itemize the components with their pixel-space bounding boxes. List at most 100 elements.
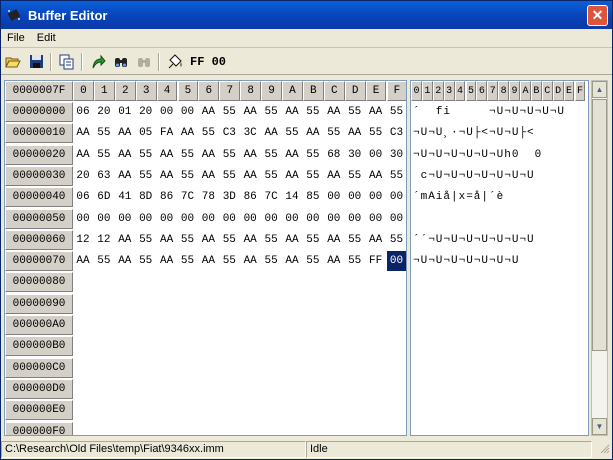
hex-byte[interactable]: 00 <box>282 209 302 229</box>
hex-byte[interactable]: 55 <box>387 102 407 122</box>
hex-byte[interactable]: AA <box>240 251 260 271</box>
hex-byte[interactable]: 00 <box>387 187 407 207</box>
hex-byte[interactable]: 00 <box>324 187 344 207</box>
hex-byte[interactable]: 12 <box>94 230 114 250</box>
hex-byte[interactable]: C3 <box>219 123 239 143</box>
vertical-scrollbar[interactable]: ▲ ▼ <box>591 80 608 436</box>
hex-byte[interactable]: 85 <box>303 187 323 207</box>
hex-byte[interactable]: AA <box>324 230 344 250</box>
resize-grip-icon[interactable] <box>600 444 610 454</box>
hex-byte[interactable]: 55 <box>94 251 114 271</box>
hex-byte[interactable]: AA <box>240 102 260 122</box>
hex-byte[interactable]: AA <box>324 102 344 122</box>
hex-byte[interactable]: AA <box>198 166 218 186</box>
hex-byte[interactable]: 55 <box>261 102 281 122</box>
hex-byte[interactable]: 00 <box>178 102 198 122</box>
hex-byte[interactable]: AA <box>366 166 386 186</box>
hex-byte[interactable]: 55 <box>136 145 156 165</box>
hex-byte[interactable]: 00 <box>157 209 177 229</box>
hex-byte[interactable]: AA <box>198 251 218 271</box>
hex-byte[interactable]: 55 <box>303 145 323 165</box>
copy-button[interactable] <box>56 51 78 73</box>
hex-byte[interactable]: 05 <box>136 123 156 143</box>
hex-byte[interactable]: 20 <box>94 102 114 122</box>
ascii-line[interactable]: ´ fi ¬U¬U¬U¬U¬U <box>413 102 565 122</box>
hex-byte[interactable]: 55 <box>136 251 156 271</box>
hex-byte[interactable]: 00 <box>303 209 323 229</box>
hex-byte[interactable]: 55 <box>219 251 239 271</box>
hex-byte[interactable]: 68 <box>324 145 344 165</box>
hex-byte[interactable]: AA <box>282 145 302 165</box>
close-button[interactable]: ✕ <box>587 5 608 26</box>
hex-byte[interactable]: AA <box>157 166 177 186</box>
hex-byte[interactable]: 00 <box>178 209 198 229</box>
hex-byte[interactable]: 55 <box>219 230 239 250</box>
hex-byte[interactable]: 55 <box>178 166 198 186</box>
hex-byte[interactable]: 55 <box>387 230 407 250</box>
hex-byte[interactable]: 55 <box>136 230 156 250</box>
menu-file[interactable]: File <box>1 32 31 44</box>
hex-byte[interactable]: 55 <box>261 230 281 250</box>
hex-byte[interactable]: 06 <box>73 187 93 207</box>
hex-byte[interactable]: AA <box>115 145 135 165</box>
hex-byte[interactable]: 7C <box>261 187 281 207</box>
hex-byte[interactable]: 55 <box>345 166 365 186</box>
hex-byte[interactable]: AA <box>198 102 218 122</box>
hex-byte[interactable]: AA <box>282 166 302 186</box>
hex-byte[interactable]: 00 <box>240 209 260 229</box>
hex-byte[interactable]: 55 <box>345 251 365 271</box>
hex-byte[interactable]: 63 <box>94 166 114 186</box>
goto-button[interactable] <box>87 51 109 73</box>
hex-byte[interactable]: 00 <box>261 209 281 229</box>
hex-byte[interactable]: 55 <box>345 102 365 122</box>
hex-byte[interactable]: AA <box>324 251 344 271</box>
hex-grid[interactable]: 0000007F 0 1 2 3 4 5 6 7 8 9 A B C D E F 00000000 06 20 01 2… <box>4 80 407 436</box>
hex-byte[interactable]: 55 <box>261 166 281 186</box>
hex-byte[interactable]: 30 <box>345 145 365 165</box>
hex-byte[interactable]: 41 <box>115 187 135 207</box>
hex-byte[interactable]: AA <box>282 230 302 250</box>
hex-byte[interactable]: AA <box>324 166 344 186</box>
ascii-line[interactable]: ¬U¬U¸·¬U├<¬U¬U├< <box>413 123 535 143</box>
hex-byte[interactable]: 00 <box>366 145 386 165</box>
hex-byte[interactable]: AA <box>240 145 260 165</box>
hex-byte[interactable]: 55 <box>219 145 239 165</box>
hex-byte[interactable]: 55 <box>94 145 114 165</box>
hex-byte[interactable]: 55 <box>282 123 302 143</box>
hex-byte[interactable]: 00 <box>366 187 386 207</box>
hex-byte[interactable]: 3D <box>219 187 239 207</box>
hex-byte[interactable]: 86 <box>157 187 177 207</box>
hex-byte[interactable]: 30 <box>387 145 407 165</box>
open-button[interactable] <box>2 51 24 73</box>
hex-byte[interactable]: 55 <box>303 166 323 186</box>
hex-byte[interactable]: 3C <box>240 123 260 143</box>
hex-byte[interactable]: AA <box>261 123 281 143</box>
find-button[interactable] <box>110 51 132 73</box>
hex-byte[interactable]: 55 <box>387 166 407 186</box>
hex-byte[interactable]: AA <box>157 251 177 271</box>
ascii-line[interactable]: ´mAiå|x=å|´è <box>413 187 504 207</box>
hex-byte[interactable]: 55 <box>303 102 323 122</box>
hex-byte[interactable]: AA <box>282 251 302 271</box>
hex-byte[interactable]: 00 <box>345 187 365 207</box>
hex-byte[interactable]: AA <box>157 145 177 165</box>
hex-byte[interactable]: AA <box>73 123 93 143</box>
hex-byte[interactable]: 55 <box>261 145 281 165</box>
hex-byte[interactable]: 00 <box>345 209 365 229</box>
hex-byte[interactable]: AA <box>115 166 135 186</box>
hex-byte[interactable]: 6D <box>94 187 114 207</box>
hex-byte[interactable]: 14 <box>282 187 302 207</box>
hex-byte[interactable]: 00 <box>387 209 407 229</box>
hex-byte[interactable]: 00 <box>94 209 114 229</box>
hex-byte[interactable]: 00 <box>219 209 239 229</box>
menu-edit[interactable]: Edit <box>31 32 62 44</box>
hex-byte[interactable]: 55 <box>219 166 239 186</box>
hex-byte[interactable]: AA <box>115 251 135 271</box>
hex-byte[interactable]: AA <box>115 230 135 250</box>
hex-byte[interactable]: AA <box>198 145 218 165</box>
hex-byte[interactable]: 55 <box>136 166 156 186</box>
hex-byte[interactable]: 00 <box>324 209 344 229</box>
ascii-pane[interactable]: 0 1 2 3 4 5 6 7 8 9 A B C D E F ´ fi ¬U¬U¬U¬U¬U ¬U¬U¸·¬U├… <box>410 80 589 436</box>
hex-byte[interactable]: AA <box>240 230 260 250</box>
scroll-up-button[interactable]: ▲ <box>592 81 607 98</box>
